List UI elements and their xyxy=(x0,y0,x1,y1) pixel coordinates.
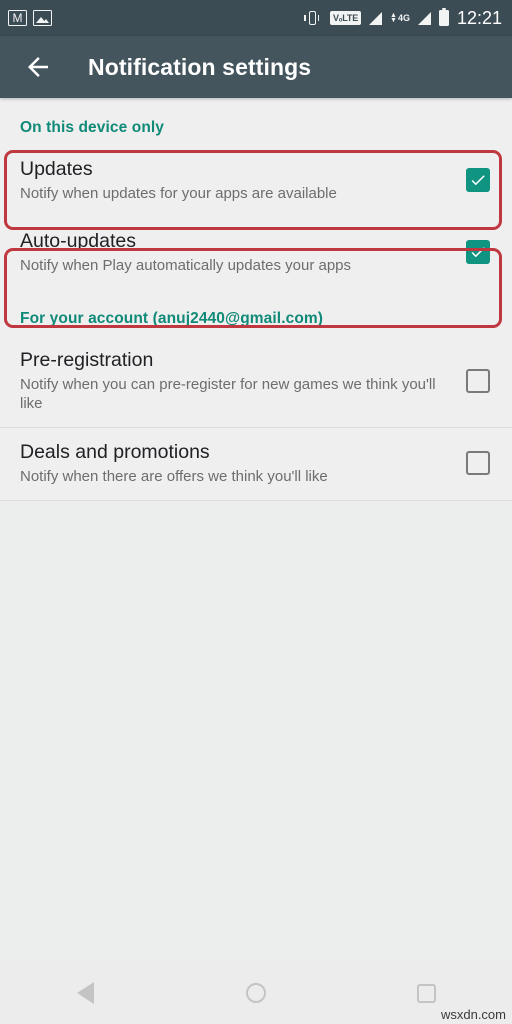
section-header-account: For your account (anuj2440@gmail.com) xyxy=(20,310,324,327)
phone-screen: VₒLTE ▲▼ 4G 12:21 Notification settings … xyxy=(0,0,512,1024)
page-title: Notification settings xyxy=(88,53,312,80)
app-bar: Notification settings xyxy=(0,36,512,98)
home-circle-icon xyxy=(245,983,266,1003)
photo-icon xyxy=(33,10,52,26)
checkbox-updates[interactable] xyxy=(466,168,490,192)
pref-summary: Notify when there are offers we think yo… xyxy=(20,468,328,485)
pref-summary: Notify when updates for your apps are av… xyxy=(20,185,337,202)
pref-row-deals-and-promotions[interactable]: Deals and promotions Notify when there a… xyxy=(0,428,512,500)
checkbox-pre-registration[interactable] xyxy=(466,368,490,393)
section-header-device: On this device only xyxy=(20,119,165,136)
pref-text: Updates Notify when updates for your app… xyxy=(20,157,466,203)
pref-row-updates[interactable]: Updates Notify when updates for your app… xyxy=(0,145,512,217)
checkbox-deals-and-promotions[interactable] xyxy=(466,451,490,475)
status-bar-notifications xyxy=(8,10,52,26)
recents-square-icon xyxy=(417,983,437,1003)
pref-text: Pre-registration Notify when you can pre… xyxy=(20,348,466,413)
signal-icon-2 xyxy=(417,11,431,25)
navigation-bar xyxy=(0,962,512,1024)
checkbox-auto-updates[interactable] xyxy=(466,240,490,264)
status-bar: VₒLTE ▲▼ 4G 12:21 xyxy=(0,0,512,36)
gmail-icon xyxy=(8,10,27,26)
pref-title: Pre-registration xyxy=(20,349,154,371)
clock: 12:21 xyxy=(456,8,502,28)
pref-text: Deals and promotions Notify when there a… xyxy=(20,440,466,486)
pref-title: Updates xyxy=(20,158,93,180)
pref-summary: Notify when Play automatically updates y… xyxy=(20,257,352,274)
nav-back-button[interactable] xyxy=(53,969,117,1017)
volte-badge: VₒLTE xyxy=(329,11,361,25)
settings-content: On this device only Updates Notify when … xyxy=(0,98,512,962)
status-bar-system-icons: VₒLTE ▲ ▼ 4G 12:21 xyxy=(302,7,502,28)
pref-summary: Notify when you can pre-register for new… xyxy=(20,376,436,412)
pref-text: Auto-updates Notify when Play automatica… xyxy=(20,229,466,275)
vibrate-icon xyxy=(302,9,322,27)
pref-row-pre-registration[interactable]: Pre-registration Notify when you can pre… xyxy=(0,336,512,427)
nav-home-button[interactable] xyxy=(224,969,288,1017)
back-arrow-icon[interactable] xyxy=(10,39,66,95)
data-arrows-icon: ▲ ▼ xyxy=(390,11,397,24)
network-type-label: 4G xyxy=(397,12,410,23)
pref-title: Auto-updates xyxy=(20,230,137,252)
settings-panel: On this device only Updates Notify when … xyxy=(0,98,512,501)
battery-icon xyxy=(438,7,449,26)
data-4g-icon: ▲ ▼ 4G xyxy=(390,11,410,24)
pref-row-auto-updates[interactable]: Auto-updates Notify when Play automatica… xyxy=(0,217,512,289)
panel-end-divider xyxy=(0,500,512,501)
signal-icon xyxy=(369,11,382,25)
watermark: wsxdn.com xyxy=(440,1007,506,1022)
back-triangle-icon xyxy=(76,982,94,1004)
pref-title: Deals and promotions xyxy=(20,441,210,463)
